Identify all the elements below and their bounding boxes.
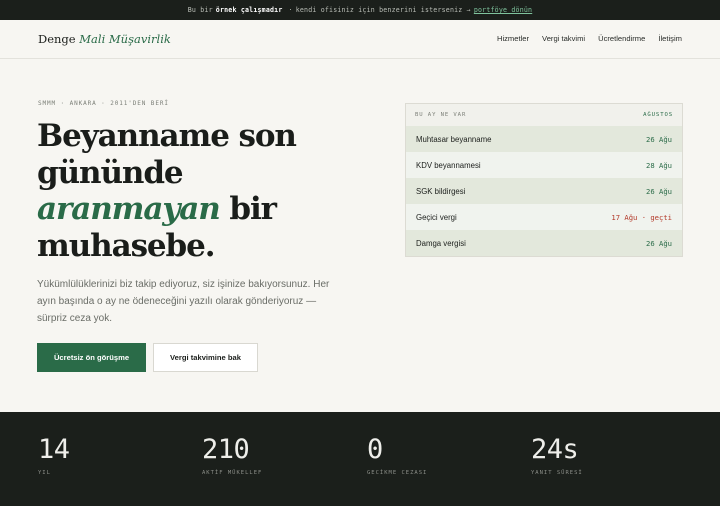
announcement-prefix: Bu bir [187, 6, 213, 14]
calendar-row-name: KDV beyannamesi [416, 160, 481, 170]
calendar-row: Damga vergisi 26 Ağu [406, 230, 682, 256]
stat-value: 0 [367, 434, 383, 465]
calendar-row-name: Damga vergisi [416, 238, 466, 248]
nav-item-pricing[interactable]: Ücretlendirme [598, 34, 645, 43]
calendar-row-date: 26 Ağu [646, 186, 672, 196]
nav-item-tax-calendar[interactable]: Vergi takvimi [542, 34, 585, 43]
calendar-card-header: BU AY NE VAR AĞUSTOS [406, 104, 682, 126]
stat-years: 14 YIL [38, 434, 70, 476]
calendar-row: KDV beyannamesi 28 Ağu [406, 152, 682, 178]
hero-title-emphasis: aranmayan [37, 191, 221, 227]
calendar-row-date-overdue: 17 Ağu · geçti [611, 212, 672, 222]
nav-item-services[interactable]: Hizmetler [497, 34, 529, 43]
portfolio-link[interactable]: portföye dönün [474, 6, 532, 14]
announcement-bold: örnek çalışmadır [215, 6, 283, 14]
announcement-text: kendi ofisiniz için benzerini isterseniz… [295, 6, 471, 14]
monthly-tax-calendar-card: BU AY NE VAR AĞUSTOS Muhtasar beyanname … [405, 103, 683, 257]
stat-value: 210 [202, 434, 250, 465]
hero-eyebrow: SMMM · ANKARA · 2011'DEN BERİ [38, 100, 169, 107]
hero-title-line4: muhasebe. [37, 227, 216, 264]
calendar-row-date: 26 Ağu [646, 134, 672, 144]
hero-title-line1: Beyanname son [37, 118, 297, 154]
hero-title-line3-rest: bir [219, 191, 277, 227]
calendar-row: SGK bildirgesi 26 Ağu [406, 178, 682, 204]
stat-label: AKTİF MÜKELLEF [202, 470, 263, 476]
nav-item-contact[interactable]: İletişim [658, 34, 682, 43]
hero-title-line2: gününde [37, 154, 184, 191]
hero-title: Beyanname son gününde aranmayan bir muha… [37, 118, 377, 264]
stat-label: GECİKME CEZASI [367, 470, 428, 476]
calendar-row-name: Muhtasar beyanname [416, 134, 492, 144]
brand-name: Denge [38, 32, 76, 46]
calendar-row: Muhtasar beyanname 26 Ağu [406, 126, 682, 152]
stat-value: 14 [38, 434, 70, 465]
stats-band: 14 YIL 210 AKTİF MÜKELLEF 0 GECİKME CEZA… [0, 412, 720, 506]
calendar-card-title: BU AY NE VAR [415, 112, 467, 118]
announcement-separator: · [288, 6, 293, 14]
stat-late-penalties: 0 GECİKME CEZASI [367, 434, 427, 476]
calendar-month: AĞUSTOS [643, 112, 673, 118]
calendar-row-date: 26 Ağu [646, 238, 672, 248]
hero-lead: Yükümlülüklerinizi biz takip ediyoruz, s… [37, 279, 330, 324]
stat-value: 24s [531, 434, 579, 465]
stat-label: YIL [38, 470, 51, 476]
site-header: Denge Mali Müşavirlik Hizmetler Vergi ta… [0, 20, 720, 59]
calendar-row-name: SGK bildirgesi [416, 186, 466, 196]
view-tax-calendar-button[interactable]: Vergi takvimine bak [153, 343, 258, 372]
stat-response-time: 24s YANIT SÜRESİ [531, 434, 583, 476]
calendar-row-date: 28 Ağu [646, 160, 672, 170]
calendar-row-name: Geçici vergi [416, 212, 457, 222]
calendar-row: Geçici vergi 17 Ağu · geçti [406, 204, 682, 230]
brand-accent: Mali Müşavirlik [79, 32, 171, 46]
announcement-bar: Bu bir örnek çalışmadır · kendi ofisiniz… [0, 0, 720, 20]
stat-active-clients: 210 AKTİF MÜKELLEF [202, 434, 262, 476]
main-menu: Hizmetler Vergi takvimi Ücretlendirme İl… [497, 34, 682, 43]
brand-logo[interactable]: Denge Mali Müşavirlik [38, 32, 171, 46]
free-consultation-button[interactable]: Ücretsiz ön görüşme [37, 343, 146, 372]
stat-label: YANIT SÜRESİ [531, 470, 583, 476]
